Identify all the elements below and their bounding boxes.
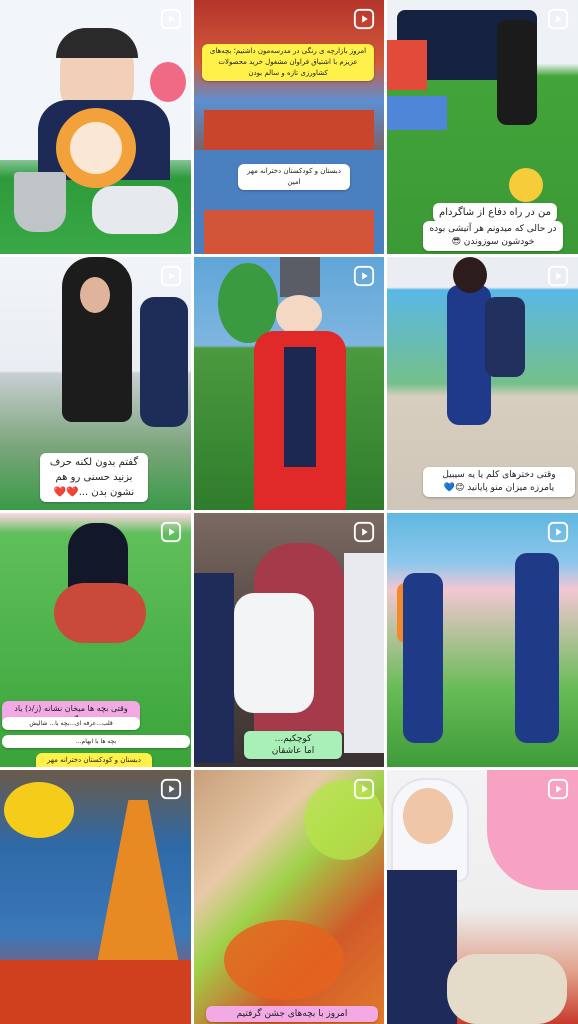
reel-icon (353, 8, 375, 30)
story-caption: من در راه دفاع از شاگردام (433, 203, 557, 222)
reel-icon (353, 521, 375, 543)
reel-thumbnail[interactable]: امروز بازارچه ی رنگی در مدرسه‌مون داشتیم… (194, 0, 384, 254)
reel-icon (547, 778, 569, 800)
jacket (485, 297, 525, 377)
child-face (276, 295, 322, 335)
fruit-stall (204, 110, 374, 150)
reel-thumbnail[interactable] (194, 257, 384, 510)
food-tray (447, 954, 567, 1024)
reel-thumbnail[interactable] (0, 770, 191, 1024)
reel-thumbnail[interactable] (387, 770, 578, 1024)
reel-icon (547, 8, 569, 30)
fruit-table (0, 960, 191, 1024)
blurred-fruit (224, 920, 344, 1000)
reel-thumbnail[interactable]: امروز با بچه‌های جشن گرفتیم (194, 770, 384, 1024)
reels-grid: امروز بازارچه ی رنگی در مدرسه‌مون داشتیم… (0, 0, 578, 1024)
story-caption: بچه ها با ابهام... (2, 735, 190, 748)
glass-bowl (92, 186, 178, 234)
reel-icon (547, 265, 569, 287)
fabric (54, 583, 146, 643)
bowl (14, 172, 66, 232)
fruit-stall (204, 210, 374, 254)
story-caption: در حالی که میدونم هر آتیشی بوده خودشون س… (423, 221, 563, 251)
student (515, 553, 559, 743)
child-face (403, 788, 453, 844)
wall-sticker (150, 62, 186, 102)
story-caption: گفتم بدون لکنه حرف بزنید حسنی رو هم نشون… (40, 453, 148, 502)
reel-icon (547, 521, 569, 543)
school-caption: دبستان و کودکستان دخترانه مهر امین (238, 164, 350, 190)
uniform (284, 347, 316, 467)
story-caption: وقتی دخترهای کلم یا یه سیبیل یامرزه میزا… (423, 467, 575, 497)
reel-thumbnail[interactable] (0, 0, 191, 254)
reel-icon (353, 265, 375, 287)
reel-icon (160, 521, 182, 543)
reel-icon (160, 8, 182, 30)
reel-thumbnail[interactable]: گفتم بدون لکنه حرف بزنید حسنی رو هم نشون… (0, 257, 191, 510)
student-left (194, 573, 234, 763)
story-caption: کوچکیم... اما عاشقان (244, 731, 342, 759)
story-caption: امروز با بچه‌های جشن گرفتیم (206, 1006, 378, 1022)
hair (453, 257, 487, 293)
student (140, 297, 188, 427)
yellow-mask (4, 782, 74, 838)
slide (387, 40, 427, 90)
reel-icon (160, 265, 182, 287)
reel-thumbnail[interactable]: وقتی دخترهای کلم یا یه سیبیل یامرزه میزا… (387, 257, 578, 510)
student (234, 593, 314, 713)
mask-face (70, 122, 122, 174)
tall-hat (280, 257, 320, 297)
reel-thumbnail[interactable] (387, 513, 578, 767)
caption-line: کوچکیم... (274, 734, 312, 744)
reel-icon (160, 778, 182, 800)
play-mat (387, 96, 447, 130)
student-right (344, 553, 384, 753)
school-caption: دبستان و کودکستان دخترانه مهر امین (36, 753, 152, 767)
reel-thumbnail[interactable]: وقتی بچه ها میخان نشانه (ز/ذ) یاد بگیرند… (0, 513, 191, 767)
reel-thumbnail[interactable]: کوچکیم... اما عاشقان (194, 513, 384, 767)
teacher-face (80, 277, 110, 313)
story-caption: قلب...عرفه ای...بچه با... شالیش (2, 717, 140, 730)
student (403, 573, 443, 743)
reel-icon (353, 778, 375, 800)
caption-line: اما عاشقان (271, 746, 315, 756)
uniform (387, 870, 457, 1024)
teacher (497, 20, 537, 125)
emoji (509, 168, 543, 202)
reel-thumbnail[interactable]: من در راه دفاع از شاگردام در حالی که مید… (387, 0, 578, 254)
story-caption: امروز بازارچه ی رنگی در مدرسه‌مون داشتیم… (202, 44, 374, 81)
